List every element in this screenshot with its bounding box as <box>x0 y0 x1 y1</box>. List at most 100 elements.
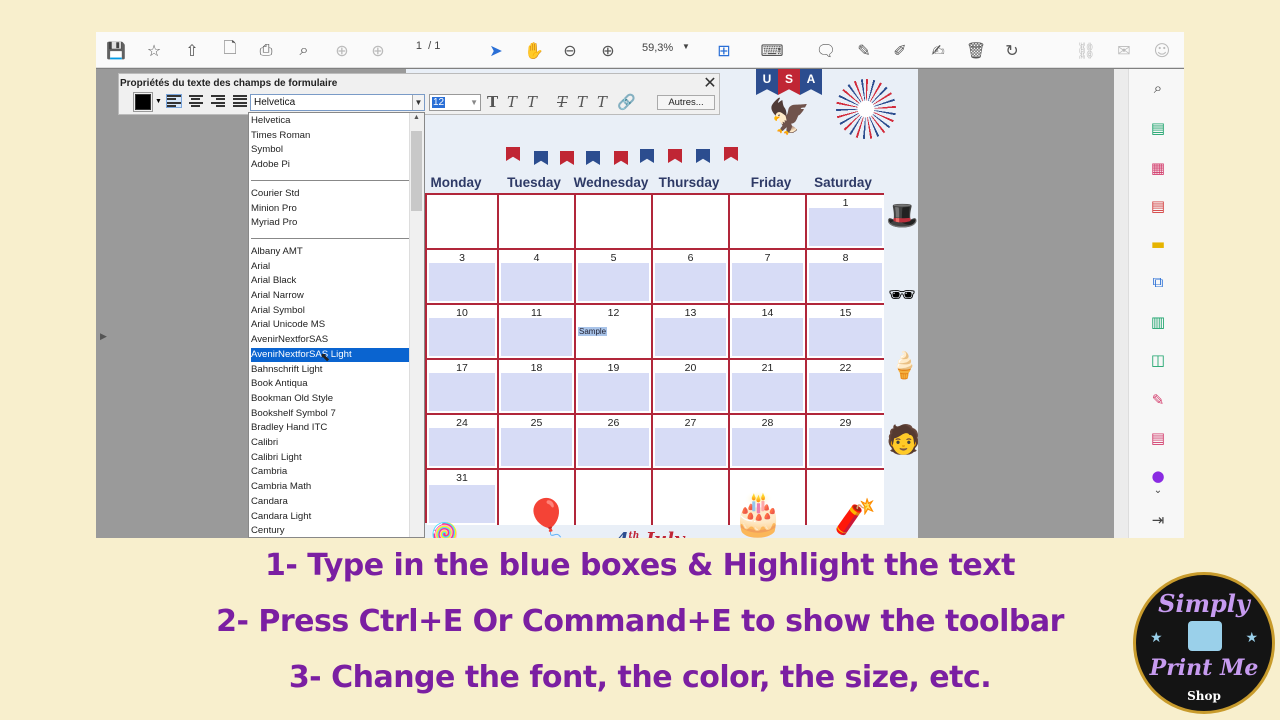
find-icon[interactable]: ⌕ <box>292 38 316 62</box>
collapse-panel-icon[interactable]: ⇥ <box>1149 511 1167 529</box>
calendar-day-cell[interactable] <box>730 195 807 250</box>
text-field-box[interactable] <box>429 373 495 411</box>
superscript-icon[interactable]: T <box>577 93 587 111</box>
calendar-day-cell[interactable]: 6 <box>653 250 730 305</box>
combine-files-icon[interactable]: ⧉ <box>1149 273 1167 291</box>
calendar-day-cell[interactable]: 14 <box>730 305 807 360</box>
text-field-box[interactable] <box>732 263 803 301</box>
font-option[interactable]: Century <box>251 524 409 537</box>
font-option[interactable]: Calibri Light <box>251 451 409 465</box>
vertical-scrollbar[interactable] <box>1114 69 1128 538</box>
page-current[interactable]: 1 <box>402 40 422 52</box>
text-field-box[interactable] <box>732 318 803 356</box>
account-icon[interactable]: ☺ <box>1150 38 1174 62</box>
keyboard-icon[interactable]: ⌨ <box>760 38 784 62</box>
calendar-day-cell[interactable]: 12 Sample <box>576 305 653 360</box>
calendar-day-cell[interactable]: 26 <box>576 415 653 470</box>
edit-pdf-icon[interactable]: ▤ <box>1149 429 1167 447</box>
calendar-day-cell[interactable]: 19 <box>576 360 653 415</box>
calendar-day-cell[interactable]: 24 <box>427 415 499 470</box>
text-field-box[interactable] <box>655 263 726 301</box>
page-up-icon[interactable]: ⊕ <box>330 38 354 62</box>
text-field-box[interactable] <box>429 428 495 466</box>
text-field-box[interactable] <box>809 318 882 356</box>
calendar-day-cell[interactable] <box>427 195 499 250</box>
align-center-icon[interactable] <box>189 95 203 107</box>
text-field-box[interactable] <box>501 263 572 301</box>
organize-pages-icon[interactable]: ▦ <box>1149 159 1167 177</box>
bold-icon[interactable]: T <box>487 93 498 111</box>
calendar-day-cell[interactable]: 7 <box>730 250 807 305</box>
calendar-day-cell[interactable]: 4 <box>499 250 576 305</box>
stamp-icon[interactable]: ✍ <box>926 38 950 62</box>
font-size-select[interactable]: 12 ▼ <box>429 94 481 111</box>
calendar-day-cell[interactable] <box>576 470 653 525</box>
font-option[interactable]: Bahnschrift Light <box>251 363 409 377</box>
font-option[interactable]: Arial Unicode MS <box>251 318 409 332</box>
chevron-down-icon[interactable]: ⌄ <box>1149 481 1167 499</box>
fill-sign-icon[interactable]: ✎ <box>1149 391 1167 409</box>
text-field-box[interactable] <box>809 263 882 301</box>
text-field-box[interactable] <box>732 428 803 466</box>
font-option[interactable]: Arial Narrow <box>251 289 409 303</box>
text-field-box[interactable] <box>501 373 572 411</box>
calendar-day-cell[interactable] <box>653 470 730 525</box>
text-field-box[interactable] <box>578 428 649 466</box>
text-field-box[interactable] <box>429 318 495 356</box>
calendar-day-cell[interactable]: 20 <box>653 360 730 415</box>
calendar-day-cell[interactable]: 5 <box>576 250 653 305</box>
search-icon[interactable]: ⌕ <box>1149 79 1167 97</box>
text-field-box[interactable] <box>501 318 572 356</box>
text-field-box[interactable] <box>429 485 495 523</box>
calendar-day-cell[interactable]: 10 <box>427 305 499 360</box>
link-icon[interactable]: ⛓ <box>1074 38 1098 62</box>
font-option[interactable]: Adobe Pi <box>251 158 409 172</box>
calendar-day-cell[interactable]: 18 <box>499 360 576 415</box>
file-lock-icon[interactable]: 🗋 <box>218 38 242 62</box>
bookmark-star-icon[interactable]: ☆ <box>142 38 166 62</box>
highlight-pen-icon[interactable]: ✎ <box>852 38 876 62</box>
font-option[interactable]: Calibri <box>251 436 409 450</box>
font-option[interactable]: Bookman Old Style <box>251 392 409 406</box>
left-panel-toggle-icon[interactable]: ▶ <box>100 331 107 342</box>
font-option[interactable]: Book Antiqua <box>251 377 409 391</box>
rotate-icon[interactable]: ↻ <box>1000 38 1024 62</box>
more-button[interactable]: Autres... <box>657 95 715 110</box>
export-pdf-icon[interactable]: ▤ <box>1149 197 1167 215</box>
draw-icon[interactable]: ✐ <box>888 38 912 62</box>
font-option[interactable]: AvenirNextforSAS <box>251 333 409 347</box>
page-indicator[interactable]: 1 / 1 <box>402 40 440 52</box>
font-option[interactable]: Minion Pro <box>251 202 409 216</box>
calendar-day-cell[interactable] <box>653 195 730 250</box>
text-field-box[interactable] <box>578 263 649 301</box>
text-field-box[interactable] <box>732 373 803 411</box>
scroll-up-icon[interactable]: ▲ <box>413 114 420 121</box>
save-icon[interactable]: 💾 <box>104 38 128 62</box>
link-icon[interactable]: 🔗 <box>617 93 636 111</box>
calendar-day-cell[interactable]: 3 <box>427 250 499 305</box>
text-field-box[interactable] <box>578 373 649 411</box>
font-option[interactable]: Symbol <box>251 143 409 157</box>
text-field-box[interactable] <box>809 373 882 411</box>
font-select[interactable]: Helvetica ▼ <box>250 94 425 111</box>
calendar-day-cell[interactable]: 11 <box>499 305 576 360</box>
select-cursor-icon[interactable]: ➤ <box>484 38 508 62</box>
text-field-box[interactable] <box>501 428 572 466</box>
text-field-box[interactable] <box>655 428 726 466</box>
email-icon[interactable]: ✉ <box>1112 38 1136 62</box>
upload-cloud-icon[interactable]: ⇧ <box>180 38 204 62</box>
font-option[interactable]: Bookshelf Symbol 7 <box>251 407 409 421</box>
text-field-box[interactable] <box>809 208 882 246</box>
scroll-thumb[interactable] <box>411 131 422 211</box>
font-option[interactable]: Courier Std <box>251 187 409 201</box>
text-color-swatch[interactable] <box>133 92 153 112</box>
zoom-dropdown-icon[interactable]: ▼ <box>682 42 690 51</box>
calendar-day-cell[interactable] <box>576 195 653 250</box>
comment-icon[interactable]: 🗨 <box>814 38 838 62</box>
justify-icon[interactable] <box>233 95 247 107</box>
font-option[interactable]: Arial <box>251 260 409 274</box>
subscript-icon[interactable]: T <box>597 93 607 111</box>
print-icon[interactable]: ⎙ <box>254 38 278 62</box>
font-option[interactable]: Cambria <box>251 465 409 479</box>
font-option[interactable]: Albany AMT <box>251 245 409 259</box>
